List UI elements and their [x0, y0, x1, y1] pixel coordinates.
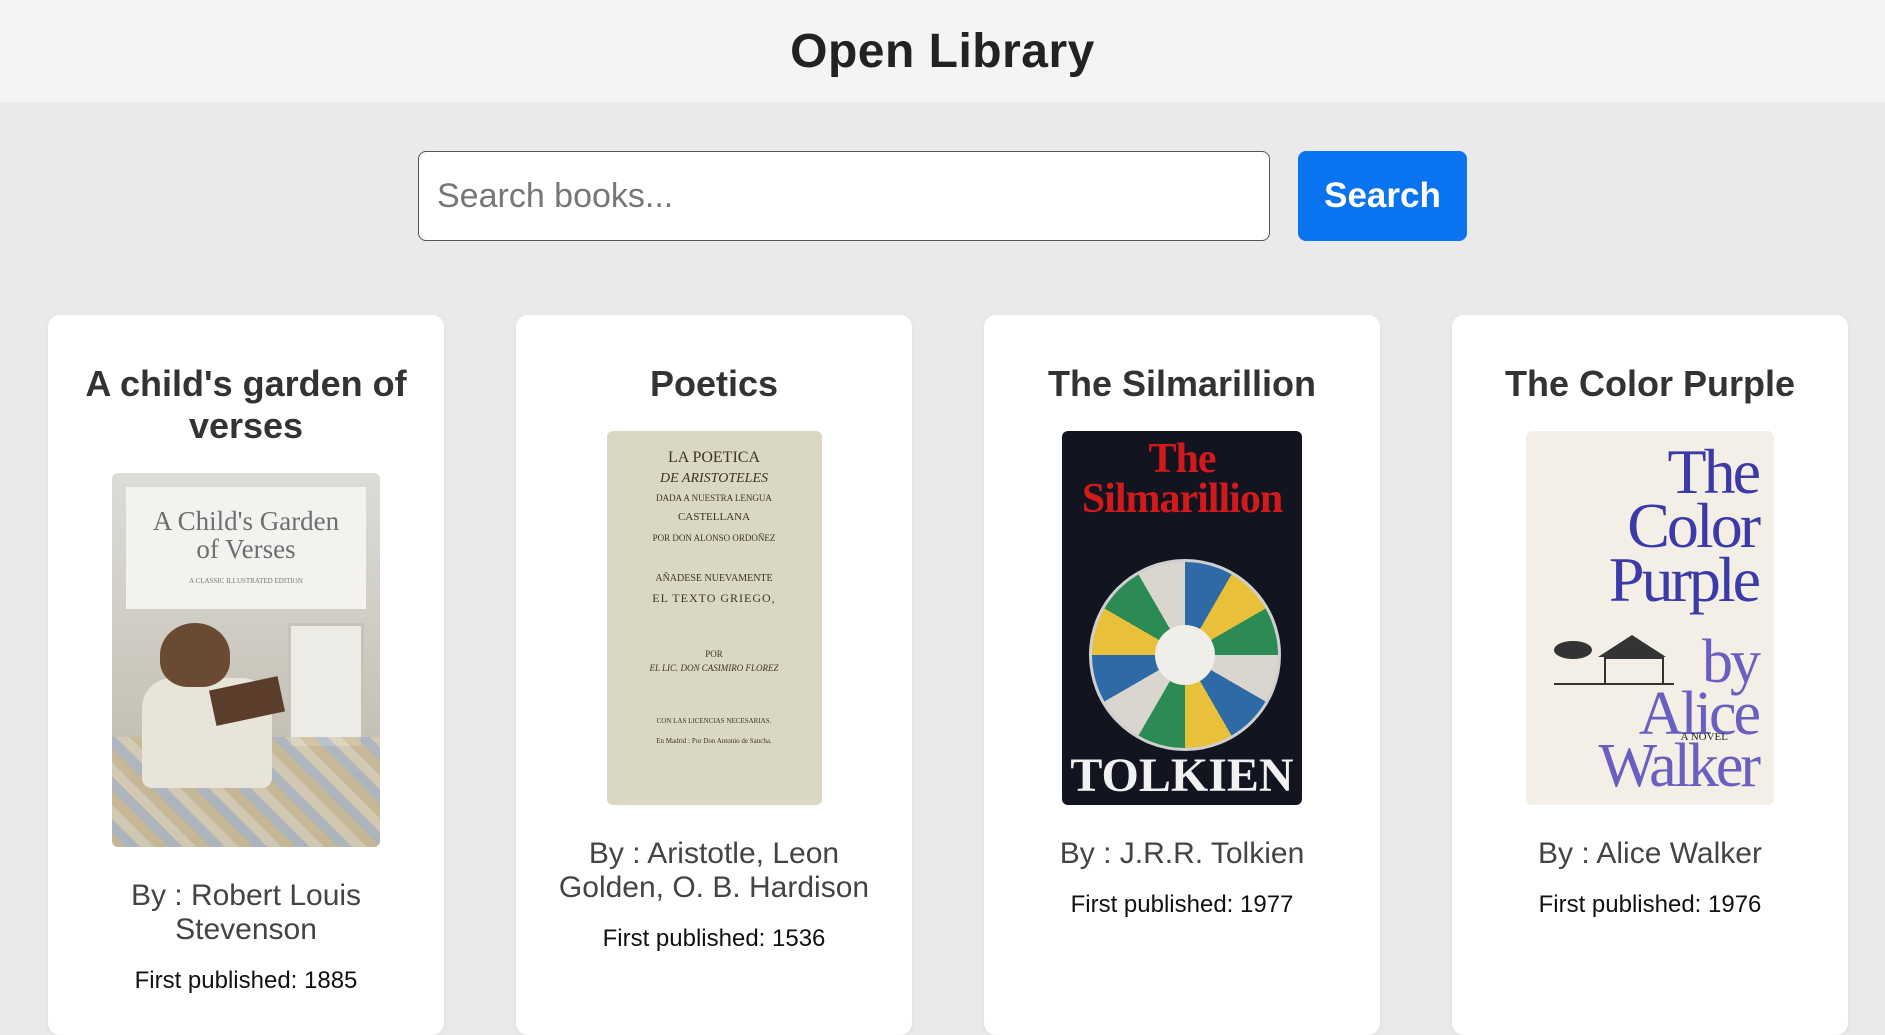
book-author: By : Alice Walker — [1538, 837, 1762, 870]
cover-text: Purple — [1608, 544, 1761, 615]
cover-text: TOLKIEN — [1070, 749, 1294, 802]
book-cover-image: The Color Purple by Alice Walker A NOVEL — [1526, 431, 1774, 805]
cover-text: of Verses — [196, 534, 296, 564]
search-bar: Search — [0, 151, 1885, 241]
cover-text: AÑADESE NUEVAMENTE — [655, 573, 773, 584]
book-cover-image: LA POETICA DE ARISTOTELES DADA A NUESTRA… — [606, 431, 822, 805]
cover-text: Walker — [1598, 732, 1761, 800]
cover-stained-glass — [1089, 559, 1281, 751]
book-card[interactable]: A child's garden of verses A Child's Gar… — [48, 315, 444, 1035]
cover-text: A NOVEL — [1680, 731, 1728, 743]
cover-text: A Child's Garden — [152, 506, 340, 536]
book-published: First published: 1536 — [602, 925, 826, 952]
book-author: By : Aristotle, Leon Golden, O. B. Hardi… — [558, 837, 870, 904]
book-title: The Color Purple — [1504, 363, 1796, 404]
page-title: Open Library — [790, 24, 1095, 78]
cover-text: EL LIC. DON CASIMIRO FLOREZ — [649, 663, 779, 673]
cover-text: POR — [705, 649, 723, 659]
cover-child-head — [160, 623, 230, 687]
search-button[interactable]: Search — [1298, 151, 1467, 241]
cover-text: POR DON ALONSO ORDOÑEZ — [652, 533, 776, 543]
cover-text: En Madrid : Por Don Antonio de Sancha. — [656, 737, 772, 745]
book-title: Poetics — [649, 363, 779, 404]
cover-text: A CLASSIC ILLUSTRATED EDITION — [189, 577, 303, 585]
app-header: Open Library — [0, 0, 1885, 102]
book-published: First published: 1977 — [1070, 891, 1294, 918]
cover-text: CON LAS LICENCIAS NECESARIAS. — [656, 717, 772, 725]
cover-text: EL TEXTO GRIEGO, — [652, 591, 776, 605]
book-card[interactable]: The Silmarillion The Silmarillion TOLKIEN… — [984, 315, 1380, 1035]
book-author: By : Robert Louis Stevenson — [130, 879, 362, 946]
book-cover-image: A Child's Garden of Verses A CLASSIC ILLU… — [112, 473, 380, 847]
search-input[interactable] — [418, 151, 1270, 241]
book-title: A child's garden of verses — [85, 363, 407, 446]
book-card[interactable]: The Color Purple The Color Purple by Alice W… — [1452, 315, 1848, 1035]
book-card[interactable]: Poetics LA POETICA DE ARISTOTELES DADA A… — [516, 315, 912, 1035]
cover-text: DADA A NUESTRA LENGUA — [656, 493, 772, 503]
cover-window — [288, 623, 364, 749]
book-grid: A child's garden of verses A Child's Gar… — [0, 315, 1885, 1035]
cover-text: DE ARISTOTELES — [660, 471, 768, 486]
cover-text: LA POETICA — [668, 449, 760, 466]
cover-text: Silmarillion — [1081, 476, 1283, 522]
book-author: By : J.R.R. Tolkien — [1059, 837, 1305, 870]
book-title: The Silmarillion — [1047, 363, 1317, 404]
cover-text: CASTELLANA — [677, 511, 751, 523]
book-cover-image: The Silmarillion TOLKIEN — [1062, 431, 1302, 805]
cover-label: A Child's Garden of Verses A CLASSIC ILLU… — [126, 487, 366, 609]
book-published: First published: 1976 — [1538, 891, 1762, 918]
